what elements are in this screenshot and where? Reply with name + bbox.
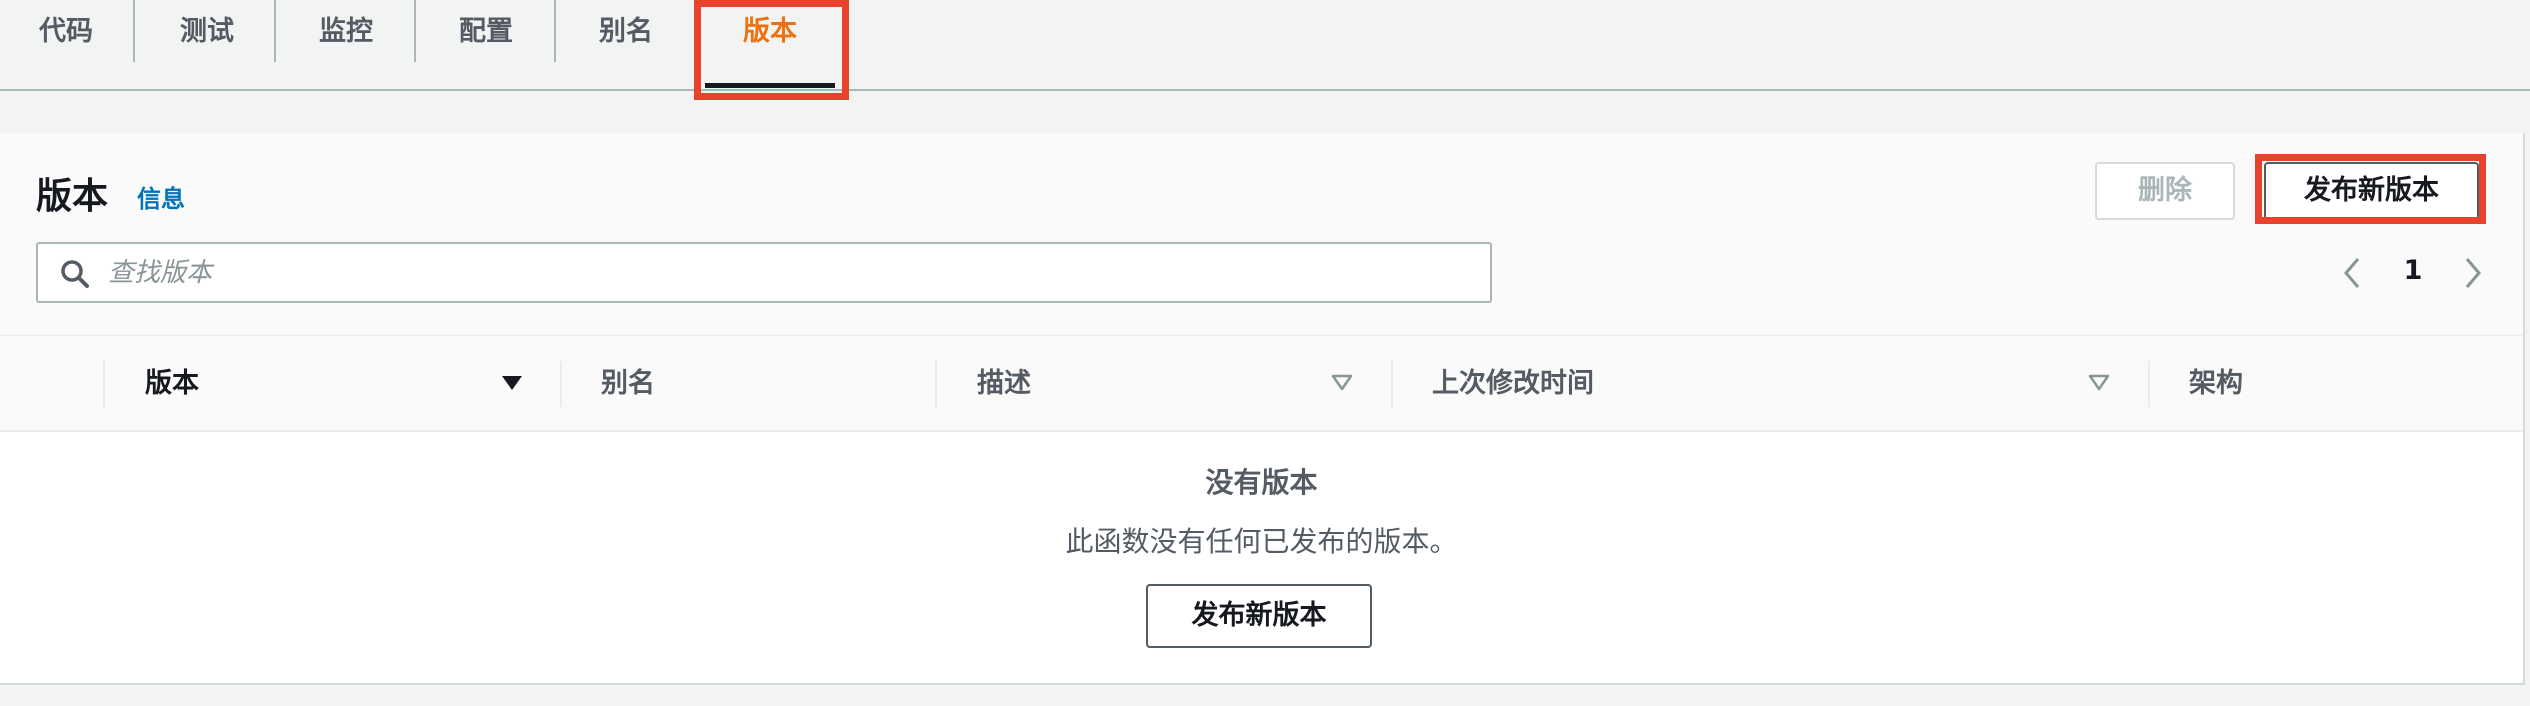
column-divider bbox=[103, 361, 105, 407]
sort-descending-icon[interactable] bbox=[500, 372, 524, 394]
search-input[interactable] bbox=[106, 252, 1470, 294]
tab-bar: 代码 测试 监控 配置 别名 版本 bbox=[0, 0, 2530, 91]
info-link[interactable]: 信息 bbox=[137, 179, 185, 214]
tab-configuration[interactable]: 配置 bbox=[421, 0, 551, 60]
sort-icon[interactable] bbox=[2087, 372, 2111, 394]
tab-monitor[interactable]: 监控 bbox=[281, 0, 411, 60]
column-header-architecture: 架构 bbox=[2189, 368, 2243, 399]
column-header-alias: 别名 bbox=[601, 368, 655, 399]
panel-title: 版本 bbox=[36, 176, 109, 217]
publish-button-highlight-box bbox=[2255, 154, 2486, 224]
column-header-version[interactable]: 版本 bbox=[145, 336, 199, 432]
column-divider bbox=[2148, 361, 2150, 407]
search-icon bbox=[61, 260, 89, 288]
column-divider bbox=[560, 361, 562, 407]
tab-highlight-box bbox=[694, 0, 849, 100]
tab-divider bbox=[554, 0, 556, 62]
empty-state-description: 此函数没有任何已发布的版本。 bbox=[1065, 525, 1458, 558]
column-header-description[interactable]: 描述 bbox=[977, 336, 1031, 432]
column-divider bbox=[1391, 361, 1393, 407]
empty-state-title: 没有版本 bbox=[1205, 466, 1318, 499]
panel-header: 版本 信息 删除 发布新版本 1 bbox=[0, 133, 2523, 336]
tab-divider bbox=[133, 0, 135, 62]
tab-divider bbox=[274, 0, 276, 62]
versions-panel: 版本 信息 删除 发布新版本 1 版本 别名 描述 bbox=[0, 133, 2525, 685]
delete-button[interactable]: 删除 bbox=[2095, 162, 2235, 220]
page-number[interactable]: 1 bbox=[2398, 255, 2428, 286]
column-header-last-modified[interactable]: 上次修改时间 bbox=[1432, 336, 1594, 432]
publish-new-version-empty-button[interactable]: 发布新版本 bbox=[1146, 584, 1372, 648]
table-header: 版本 别名 描述 上次修改时间 架构 bbox=[0, 336, 2523, 432]
chevron-right-icon[interactable] bbox=[2459, 253, 2487, 293]
tab-test[interactable]: 测试 bbox=[142, 0, 272, 60]
sort-icon[interactable] bbox=[1330, 372, 1354, 394]
column-divider bbox=[935, 361, 937, 407]
chevron-left-icon[interactable] bbox=[2338, 253, 2366, 293]
tab-divider bbox=[414, 0, 416, 62]
tab-aliases[interactable]: 别名 bbox=[561, 0, 691, 60]
tab-code[interactable]: 代码 bbox=[8, 0, 124, 60]
search-box bbox=[36, 242, 1492, 303]
